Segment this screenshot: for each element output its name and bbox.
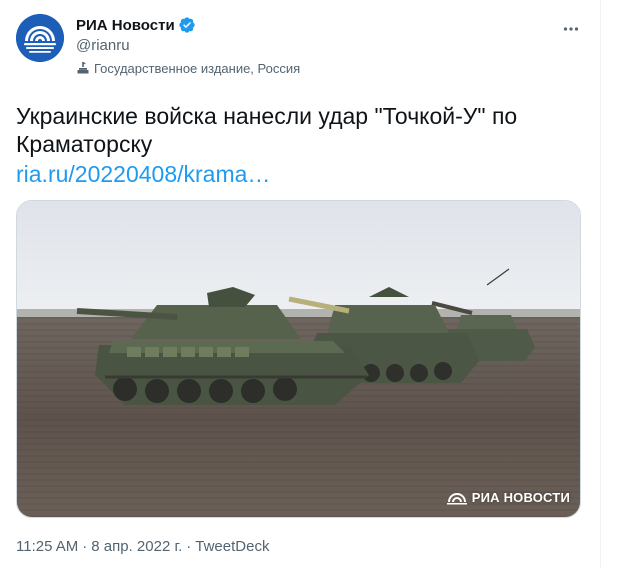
tweet-link[interactable]: ria.ru/20220408/krama… (16, 160, 582, 188)
more-options-button[interactable] (560, 18, 582, 40)
affiliation-text: Государственное издание, Россия (94, 60, 301, 76)
watermark-text: РИА НОВОСТИ (471, 489, 570, 505)
tweet-time[interactable]: 11:25 AM (16, 538, 78, 555)
more-icon (563, 27, 579, 31)
verified-badge-icon (179, 17, 195, 33)
tweet-date[interactable]: 8 апр. 2022 г. (91, 538, 182, 555)
column-divider (600, 0, 601, 568)
ria-watermark-icon (446, 493, 467, 505)
name-row: РИА Новости (76, 15, 300, 35)
tweet-media[interactable]: РИА НОВОСТИ (16, 200, 581, 518)
tweet: РИА Новости @rianru Государственное изда… (16, 12, 582, 555)
author-handle[interactable]: @rianru (76, 36, 300, 56)
meta-separator: · (186, 538, 192, 555)
tweet-text: Украинские войска нанесли удар "Точкой-У… (16, 103, 518, 157)
tweet-meta: 11:25 AM · 8 апр. 2022 г. · TweetDeck (16, 538, 582, 555)
author-display-name[interactable]: РИА Новости (76, 17, 175, 34)
affiliation-label[interactable]: Государственное издание, Россия (76, 59, 300, 77)
tanks-photo (17, 201, 580, 517)
tweet-header: РИА Новости @rianru Государственное изда… (16, 12, 582, 82)
media-watermark: РИА НОВОСТИ (446, 489, 570, 505)
ria-logo-icon (16, 14, 64, 62)
tweet-source[interactable]: TweetDeck (195, 538, 269, 555)
government-icon (77, 62, 89, 74)
author-info: РИА Новости @rianru Государственное изда… (76, 15, 300, 77)
meta-separator: · (82, 538, 88, 555)
avatar[interactable] (16, 14, 64, 62)
